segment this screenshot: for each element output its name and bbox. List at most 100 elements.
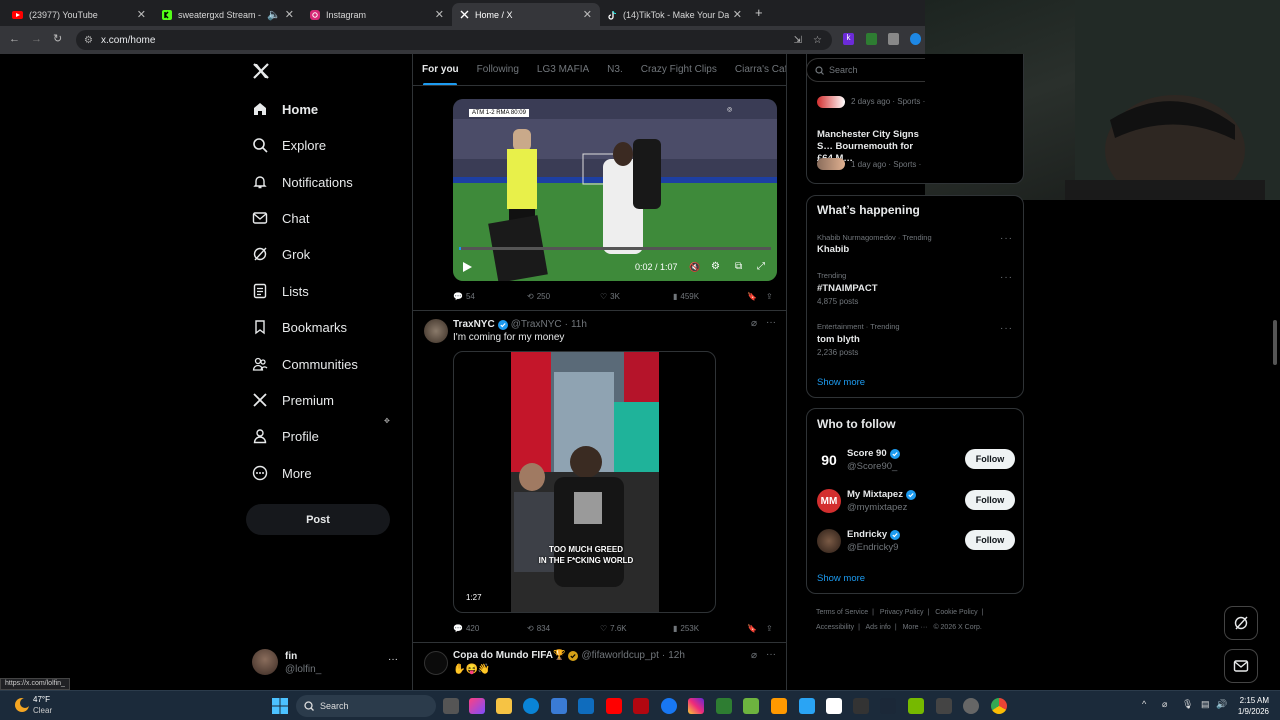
like-button[interactable]: ♡ 3K — [600, 292, 620, 301]
address-bar[interactable]: ⚙ x.com/home ⇲ ☆ — [76, 30, 832, 50]
taskbar-search[interactable]: Search — [296, 695, 436, 717]
settings-icon[interactable]: ⚙ — [711, 261, 720, 272]
nav-premium[interactable]: Premium — [252, 387, 334, 413]
follow-button[interactable]: Follow — [965, 449, 1015, 469]
author-handle[interactable]: @fifaworldcup_pt — [581, 650, 658, 661]
task-view-icon[interactable] — [443, 698, 459, 714]
app-icon[interactable] — [853, 698, 869, 714]
tab-crazy-fight-clips[interactable]: Crazy Fight Clips — [632, 64, 726, 75]
like-button[interactable]: ♡ 7.6K — [600, 624, 627, 633]
video-player[interactable]: ATM 1-2 RMA 80:09 ◎ 0:02 / 1:07 🔇 ⚙ ⧉ ⤢ — [453, 99, 777, 281]
more-dots-icon[interactable]: ··· — [1000, 233, 1013, 244]
avatar[interactable]: MM — [817, 489, 841, 513]
more-dots-icon[interactable]: ··· — [1000, 323, 1013, 334]
avatar[interactable] — [817, 529, 841, 553]
app-icon[interactable] — [716, 698, 732, 714]
tab-n3[interactable]: N3. — [598, 64, 632, 75]
avatar[interactable]: 90 — [817, 448, 841, 472]
footer-link[interactable]: Accessibility — [816, 624, 854, 631]
video-player[interactable]: TOO MUCH GREED IN THE F*CKING WORLD 1:27 — [453, 351, 716, 613]
more-dots-icon[interactable]: ··· — [388, 654, 398, 665]
file-explorer-icon[interactable] — [496, 698, 512, 714]
trend-name[interactable]: #TNAIMPACT — [817, 283, 878, 294]
close-icon[interactable]: ✕ — [733, 8, 742, 21]
account-name[interactable]: Endricky — [847, 529, 901, 540]
footer-link[interactable]: Ads info — [866, 624, 891, 631]
clock-date[interactable]: 1/9/2026 — [1233, 707, 1269, 716]
close-icon[interactable]: ✕ — [137, 8, 146, 21]
nav-explore[interactable]: Explore — [252, 132, 326, 158]
account-name[interactable]: Score 90 — [847, 448, 900, 459]
footer-link[interactable]: Cookie Policy — [935, 609, 977, 616]
views-button[interactable]: ▮ 253K — [673, 624, 699, 633]
close-icon[interactable]: ✕ — [583, 8, 592, 21]
nav-bookmarks[interactable]: Bookmarks — [252, 314, 347, 340]
tab-following[interactable]: Following — [468, 64, 528, 75]
instagram-icon[interactable] — [688, 698, 704, 714]
app-icon[interactable] — [936, 698, 952, 714]
nav-notifications[interactable]: Notifications — [252, 169, 353, 195]
tab-lg3-mafia[interactable]: LG3 MAFIA — [528, 64, 598, 75]
post-button[interactable]: Post — [246, 504, 390, 535]
nav-lists[interactable]: Lists — [252, 278, 309, 304]
install-app-icon[interactable]: ⇲ — [794, 35, 802, 46]
volume-icon[interactable]: 🔇 — [689, 262, 700, 273]
bookmark-icon[interactable]: 🔖 — [747, 292, 757, 301]
app-icon[interactable] — [743, 698, 759, 714]
app-icon[interactable] — [799, 698, 815, 714]
outlook-icon[interactable] — [578, 698, 594, 714]
account-name[interactable]: My Mixtapez — [847, 489, 916, 500]
forward-arrow-icon[interactable]: → — [31, 33, 42, 45]
trend-name[interactable]: tom blyth — [817, 334, 860, 345]
nvidia-icon[interactable] — [908, 698, 924, 714]
follow-button[interactable]: Follow — [965, 530, 1015, 550]
more-dots-icon[interactable]: ··· — [766, 649, 776, 660]
footer-link[interactable]: More ··· — [903, 624, 928, 631]
avatar[interactable] — [424, 319, 448, 343]
facebook-icon[interactable] — [661, 698, 677, 714]
microphone-icon[interactable]: 🎙 — [1182, 699, 1193, 710]
grok-icon[interactable]: ⌀ — [751, 650, 757, 661]
nav-profile[interactable]: Profile — [252, 423, 319, 449]
weather-icon[interactable] — [12, 695, 32, 715]
copilot-icon[interactable] — [469, 698, 485, 714]
tab-youtube[interactable]: (23977) YouTube ✕ — [4, 3, 154, 26]
pip-icon[interactable]: ⧉ — [735, 261, 742, 272]
bookmark-icon[interactable]: 🔖 — [747, 624, 757, 633]
extension-k-icon[interactable]: k — [843, 33, 854, 45]
trend-name[interactable]: Khabib — [817, 244, 849, 255]
amazon-icon[interactable] — [771, 698, 787, 714]
chevron-up-icon[interactable]: ^ — [1142, 699, 1146, 709]
repost-button[interactable]: ⟲ 250 — [527, 292, 550, 301]
tab-x-home[interactable]: Home / X ✕ — [452, 3, 600, 26]
nav-grok[interactable]: Grok — [252, 241, 310, 267]
clock-time[interactable]: 2:15 AM — [1237, 696, 1269, 705]
close-icon[interactable]: ✕ — [285, 8, 294, 21]
nav-home[interactable]: Home — [252, 96, 318, 122]
follow-button[interactable]: Follow — [965, 490, 1015, 510]
reply-button[interactable]: 💬 420 — [453, 624, 479, 633]
messages-floating-button[interactable] — [1224, 649, 1258, 683]
app-icon[interactable] — [826, 698, 842, 714]
show-more-link[interactable]: Show more — [817, 377, 865, 388]
fullscreen-icon[interactable]: ⤢ — [757, 261, 765, 272]
x-logo-icon[interactable] — [252, 62, 270, 80]
tab-ciarras-cafe[interactable]: Ciarra's Cafe — [726, 64, 786, 75]
close-icon[interactable]: ✕ — [435, 8, 444, 21]
wifi-icon[interactable]: ▤ — [1201, 699, 1210, 710]
avatar[interactable] — [424, 651, 448, 675]
tweet-time[interactable]: 11h — [571, 319, 587, 330]
nav-communities[interactable]: Communities — [252, 351, 358, 377]
volume-icon[interactable]: 🔊 — [1216, 699, 1227, 710]
more-dots-icon[interactable]: ··· — [766, 317, 776, 328]
extension-puzzle-icon[interactable] — [888, 33, 899, 45]
extension-blue-icon[interactable] — [910, 33, 921, 45]
youtube-icon[interactable] — [606, 698, 622, 714]
tweet-time[interactable]: 12h — [668, 650, 685, 661]
account-switcher[interactable]: fin @lolfin_ ··· — [252, 649, 402, 677]
footer-link[interactable]: Privacy Policy — [880, 609, 924, 616]
show-more-link[interactable]: Show more — [817, 573, 865, 584]
share-icon[interactable]: ⇪ — [766, 624, 773, 633]
new-tab-button[interactable]: + — [755, 5, 763, 20]
store-icon[interactable] — [551, 698, 567, 714]
